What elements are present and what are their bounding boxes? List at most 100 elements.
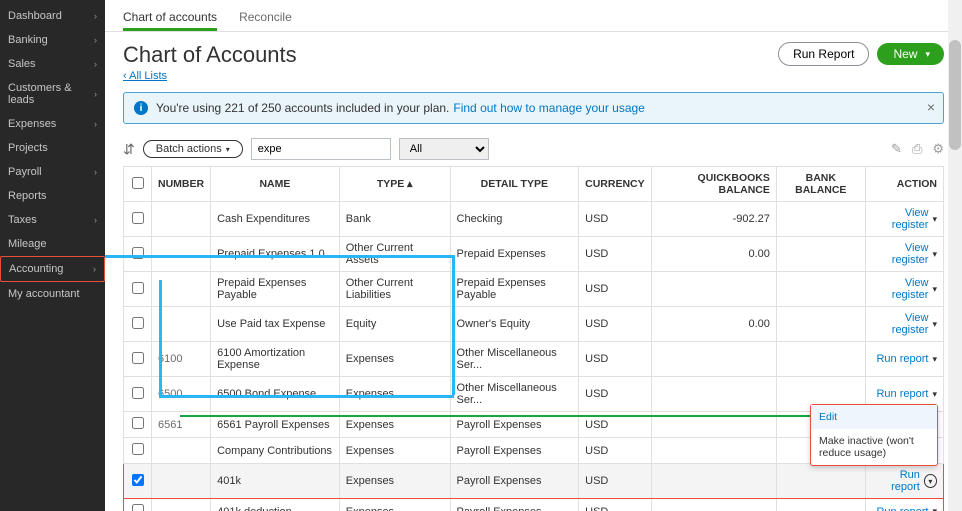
tab-reconcile[interactable]: Reconcile xyxy=(239,6,292,31)
cell-detail: Owner's Equity xyxy=(450,307,579,342)
banner-text: You're using 221 of 250 accounts include… xyxy=(156,101,449,115)
sidebar-item-customers[interactable]: Customers & leads› xyxy=(0,76,105,112)
tabs: Chart of accounts Reconcile xyxy=(105,0,962,32)
run-report-button[interactable]: Run Report xyxy=(778,42,869,66)
cell-action: View register▾ xyxy=(865,237,943,272)
row-action-link[interactable]: Run report xyxy=(876,506,928,511)
type-filter-select[interactable]: All xyxy=(399,138,489,160)
cell-qb-balance xyxy=(651,464,776,499)
sidebar-item-banking[interactable]: Banking› xyxy=(0,28,105,52)
col-number[interactable]: NUMBER xyxy=(152,167,211,202)
cell-action: View register▾ xyxy=(865,272,943,307)
new-button[interactable]: New▾ xyxy=(877,43,944,65)
cell-detail: Payroll Expenses xyxy=(450,464,579,499)
annotation-line xyxy=(105,255,455,258)
tab-chart-of-accounts[interactable]: Chart of accounts xyxy=(123,6,217,31)
select-all-checkbox[interactable] xyxy=(132,177,144,189)
row-checkbox[interactable] xyxy=(132,352,144,364)
table-row: Use Paid tax ExpenseEquityOwner's Equity… xyxy=(124,307,944,342)
sidebar-item-dashboard[interactable]: Dashboard› xyxy=(0,4,105,28)
row-checkbox[interactable] xyxy=(132,417,144,429)
sidebar-item-taxes[interactable]: Taxes› xyxy=(0,208,105,232)
col-detail-type[interactable]: DETAIL TYPE xyxy=(450,167,579,202)
sidebar-item-payroll[interactable]: Payroll› xyxy=(0,160,105,184)
chevron-right-icon: › xyxy=(94,167,97,177)
cell-currency: USD xyxy=(579,307,652,342)
banner-link[interactable]: Find out how to manage your usage xyxy=(453,101,644,115)
row-checkbox[interactable] xyxy=(132,443,144,455)
row-checkbox[interactable] xyxy=(132,504,144,511)
caret-down-icon[interactable]: ▾ xyxy=(932,249,937,260)
row-checkbox[interactable] xyxy=(132,387,144,399)
caret-down-icon[interactable]: ▾ xyxy=(932,389,937,400)
cell-detail: Prepaid Expenses xyxy=(450,237,579,272)
row-action-link[interactable]: View register xyxy=(872,312,929,336)
menu-item-edit[interactable]: Edit xyxy=(811,405,937,429)
print-icon[interactable]: ⎙ xyxy=(912,141,922,157)
page-title: Chart of Accounts xyxy=(123,42,297,68)
gear-icon[interactable]: ⚙ xyxy=(932,141,944,157)
back-link[interactable]: ‹ All Lists xyxy=(123,70,167,82)
annotation-arrow xyxy=(180,415,828,417)
col-bank-balance[interactable]: BANK BALANCE xyxy=(776,167,865,202)
cell-name: Cash Expenditures xyxy=(211,202,340,237)
scrollbar-thumb[interactable] xyxy=(949,40,961,150)
col-currency[interactable]: CURRENCY xyxy=(579,167,652,202)
sort-asc-icon: ▴ xyxy=(407,178,412,190)
row-action-link[interactable]: Run report xyxy=(876,388,928,400)
col-name[interactable]: NAME xyxy=(211,167,340,202)
cell-bank-balance xyxy=(776,272,865,307)
usage-banner: i You're using 221 of 250 accounts inclu… xyxy=(123,92,944,124)
row-checkbox[interactable] xyxy=(132,474,144,486)
sidebar-item-sales[interactable]: Sales› xyxy=(0,52,105,76)
annotation-line xyxy=(159,280,162,395)
cell-currency: USD xyxy=(579,272,652,307)
cell-name: Prepaid Expenses Payable xyxy=(211,272,340,307)
cell-qb-balance xyxy=(651,342,776,377)
control-bar: ⇵ Batch actions▾ All ✎ ⎙ ⚙ xyxy=(105,130,962,166)
cell-qb-balance xyxy=(651,272,776,307)
search-input[interactable] xyxy=(251,138,391,160)
col-qb-balance[interactable]: QUICKBOOKS BALANCE xyxy=(651,167,776,202)
row-action-link[interactable]: Run report xyxy=(876,353,928,365)
row-action-link[interactable]: View register xyxy=(872,207,929,231)
caret-down-icon[interactable]: ▾ xyxy=(924,474,937,488)
sidebar-item-mileage[interactable]: Mileage xyxy=(0,232,105,256)
row-action-link[interactable]: Run report xyxy=(872,469,920,493)
filter-icon[interactable]: ⇵ xyxy=(123,141,135,158)
cell-name: Use Paid tax Expense xyxy=(211,307,340,342)
batch-actions-button[interactable]: Batch actions▾ xyxy=(143,140,243,158)
chevron-right-icon: › xyxy=(94,89,97,99)
cell-type: Expenses xyxy=(339,342,450,377)
cell-name: 6500 Bond Expense xyxy=(211,377,340,412)
cell-action: Run report ▾ xyxy=(865,464,943,499)
caret-down-icon[interactable]: ▾ xyxy=(932,319,937,330)
cell-detail: Other Miscellaneous Ser... xyxy=(450,342,579,377)
caret-down-icon[interactable]: ▾ xyxy=(932,214,937,225)
menu-item-make-inactive[interactable]: Make inactive (won't reduce usage) xyxy=(811,429,937,465)
row-checkbox[interactable] xyxy=(132,317,144,329)
caret-down-icon[interactable]: ▾ xyxy=(932,354,937,365)
sidebar-item-expenses[interactable]: Expenses› xyxy=(0,112,105,136)
caret-down-icon[interactable]: ▾ xyxy=(932,284,937,295)
cell-currency: USD xyxy=(579,499,652,511)
sidebar-item-accounting[interactable]: Accounting› xyxy=(0,256,105,282)
cell-bank-balance xyxy=(776,499,865,511)
table-row: Prepaid Expenses 1.0Other Current Assets… xyxy=(124,237,944,272)
col-action[interactable]: ACTION xyxy=(865,167,943,202)
sidebar-item-reports[interactable]: Reports xyxy=(0,184,105,208)
sidebar-item-projects[interactable]: Projects xyxy=(0,136,105,160)
pencil-icon[interactable]: ✎ xyxy=(891,141,902,157)
table-row: 61006100 Amortization ExpenseExpensesOth… xyxy=(124,342,944,377)
close-icon[interactable]: × xyxy=(927,99,935,115)
sidebar-item-accountant[interactable]: My accountant xyxy=(0,282,105,306)
col-type[interactable]: TYPE ▴ xyxy=(339,167,450,202)
row-action-link[interactable]: View register xyxy=(872,277,929,301)
row-checkbox[interactable] xyxy=(132,212,144,224)
cell-number xyxy=(152,202,211,237)
row-checkbox[interactable] xyxy=(132,282,144,294)
cell-qb-balance: -902.27 xyxy=(651,202,776,237)
cell-action: Run report ▾ xyxy=(865,499,943,511)
caret-down-icon[interactable]: ▾ xyxy=(932,506,937,511)
row-action-link[interactable]: View register xyxy=(872,242,929,266)
